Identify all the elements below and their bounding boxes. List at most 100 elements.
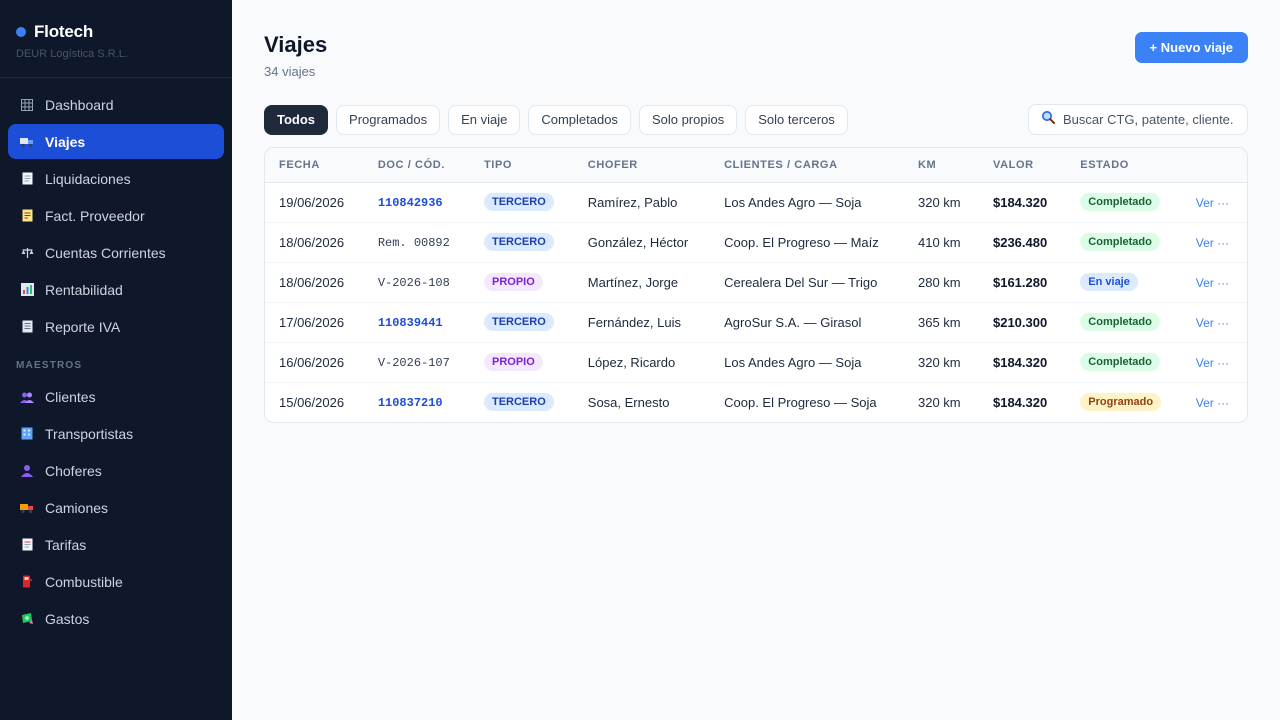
cell-km: 320 km <box>904 342 979 383</box>
tipo-badge: PROPIO <box>483 353 543 371</box>
cell-fecha: 16/06/2026 <box>265 342 364 383</box>
sidebar-item-rentabilidad[interactable]: Rentabilidad <box>8 272 224 307</box>
sidebar-item-label: Dashboard <box>45 96 114 113</box>
table-row[interactable]: 19/06/2026 110842936 TERCERO Ramírez, Pablo… <box>265 182 1247 223</box>
price-list-icon <box>20 538 34 552</box>
sidebar-item-gastos[interactable]: Gastos <box>8 601 224 636</box>
building-icon <box>20 427 34 441</box>
search-box[interactable] <box>1028 104 1248 135</box>
truck-icon <box>20 135 34 149</box>
cell-valor: $210.300 <box>978 302 1067 343</box>
users-icon <box>20 390 34 404</box>
view-link[interactable]: Ver ··· <box>1196 196 1229 210</box>
main-content: Viajes 34 viajes + Nuevo viaje Todos Prog… <box>232 0 1280 720</box>
sidebar-item-reporte-iva[interactable]: Reporte IVA <box>8 309 224 344</box>
view-link[interactable]: Ver ··· <box>1196 396 1229 410</box>
view-link[interactable]: Ver ··· <box>1196 316 1229 330</box>
toolbar: Todos Programados En viaje Completados Solo … <box>264 104 1248 135</box>
status-badge: Programado <box>1080 393 1162 412</box>
sidebar-item-dashboard[interactable]: Dashboard <box>8 87 224 122</box>
sidebar-item-label: Transportistas <box>45 425 134 442</box>
sidebar-item-fact-proveedor[interactable]: Fact. Proveedor <box>8 198 224 233</box>
sidebar-item-camiones[interactable]: Camiones <box>8 490 224 525</box>
sidebar-item-label: Combustible <box>45 573 123 590</box>
cell-fecha: 15/06/2026 <box>279 394 345 410</box>
sidebar-item-liquidaciones[interactable]: Liquidaciones <box>8 161 224 196</box>
sidebar-item-transportistas[interactable]: Transportistas <box>8 416 224 451</box>
filter-chips: Todos Programados En viaje Completados Solo … <box>264 104 848 135</box>
tipo-badge: PROPIO <box>483 273 543 291</box>
trips-table: FECHA DOC / CÓD. TIPO CHOFER CLIENTES / CARG… <box>264 147 1248 423</box>
table-header-row: FECHA DOC / CÓD. TIPO CHOFER CLIENTES / CARG… <box>265 148 1247 183</box>
cell-carga: Coop. El Progreso — Maíz <box>710 222 904 263</box>
sidebar-item-combustible[interactable]: Combustible <box>8 564 224 599</box>
grid-icon <box>20 98 34 112</box>
sidebar-item-label: Fact. Proveedor <box>45 207 145 224</box>
money-icon <box>20 612 34 626</box>
column-header: FECHA <box>265 148 364 183</box>
tipo-badge: TERCERO <box>483 233 554 251</box>
sidebar-item-cuentas-corrientes[interactable]: Cuentas Corrientes <box>8 235 224 270</box>
cell-carga: Coop. El Progreso — Soja <box>724 394 877 410</box>
brand-subtitle: DEUR Logística S.R.L. <box>16 48 128 60</box>
table-row[interactable]: 18/06/2026 Rem. 00892 TERCERO González, Héc… <box>265 222 1247 263</box>
cell-carga: Los Andes Agro — Soja <box>710 342 904 383</box>
table-row[interactable]: 17/06/2026 110839441 TERCERO Fernández, Lui… <box>265 302 1247 343</box>
doc-code[interactable]: 110839441 <box>378 316 443 330</box>
search-icon <box>1041 110 1055 129</box>
status-badge: Completado <box>1080 313 1160 331</box>
cell-km: 280 km <box>904 262 979 303</box>
column-header: CHOFER <box>573 148 711 183</box>
filter-completados[interactable]: Completados <box>528 104 631 135</box>
sidebar-item-tarifas[interactable]: Tarifas <box>8 527 224 562</box>
sidebar-item-label: Liquidaciones <box>45 170 131 187</box>
status-badge: Completado <box>1080 233 1160 251</box>
sidebar: Flotech DEUR Logística S.R.L. Dashboard V… <box>0 0 232 720</box>
sidebar-item-label: Rentabilidad <box>45 281 123 298</box>
filter-en-viaje[interactable]: En viaje <box>448 104 521 135</box>
person-icon <box>20 464 34 478</box>
table-row[interactable]: 15/06/2026 110837210 TERCERO Sosa, Ernesto C… <box>265 382 1247 422</box>
column-header: TIPO <box>469 148 574 183</box>
sidebar-item-label: Clientes <box>45 388 96 405</box>
cell-fecha: 18/06/2026 <box>265 262 364 303</box>
table-body: 19/06/2026 110842936 TERCERO Ramírez, Pablo… <box>265 182 1247 422</box>
filter-solo-propios[interactable]: Solo propios <box>638 104 738 135</box>
cell-km: 320 km <box>918 394 961 410</box>
filter-todos[interactable]: Todos <box>264 104 329 135</box>
sidebar-item-viajes[interactable]: Viajes <box>8 124 224 159</box>
cell-chofer: Ramírez, Pablo <box>573 182 711 223</box>
sidebar-item-choferes[interactable]: Choferes <box>8 453 224 488</box>
sidebar-item-clientes[interactable]: Clientes <box>8 379 224 414</box>
table-row[interactable]: 16/06/2026 V-2026-107 PROPIO López, Ricardo… <box>265 342 1247 383</box>
view-link[interactable]: Ver ··· <box>1196 236 1229 250</box>
sidebar-item-label: Cuentas Corrientes <box>45 244 166 261</box>
doc-code: Rem. 00892 <box>377 236 450 250</box>
new-trip-button[interactable]: + Nuevo viaje <box>1134 32 1248 63</box>
search-input[interactable] <box>1063 112 1233 127</box>
table-row[interactable]: 18/06/2026 V-2026-108 PROPIO Martínez, Jorg… <box>265 262 1247 303</box>
column-header: ESTADO <box>1066 148 1182 183</box>
tipo-badge: TERCERO <box>483 393 554 412</box>
cell-km: 365 km <box>904 302 979 343</box>
column-header: KM <box>904 148 979 183</box>
doc-code[interactable]: 110842936 <box>378 196 443 210</box>
column-header: DOC / CÓD. <box>363 148 470 183</box>
column-header: VALOR <box>978 148 1067 183</box>
doc-code[interactable]: 110837210 <box>378 396 443 410</box>
cell-km: 410 km <box>904 222 979 263</box>
cell-fecha: 17/06/2026 <box>265 302 364 343</box>
scale-icon <box>20 246 34 260</box>
filter-solo-terceros[interactable]: Solo terceros <box>745 104 848 135</box>
view-link[interactable]: Ver ··· <box>1196 356 1229 370</box>
cell-valor: $236.480 <box>978 222 1067 263</box>
cell-chofer: Sosa, Ernesto <box>587 394 670 410</box>
doc-code: V-2026-108 <box>377 276 450 290</box>
filter-programados[interactable]: Programados <box>336 104 441 135</box>
tipo-badge: TERCERO <box>483 193 554 211</box>
doc-code: V-2026-107 <box>377 356 450 370</box>
receipt-icon <box>20 209 34 223</box>
cell-fecha: 18/06/2026 <box>265 222 364 263</box>
view-link[interactable]: Ver ··· <box>1196 276 1229 290</box>
tipo-badge: TERCERO <box>483 313 554 331</box>
